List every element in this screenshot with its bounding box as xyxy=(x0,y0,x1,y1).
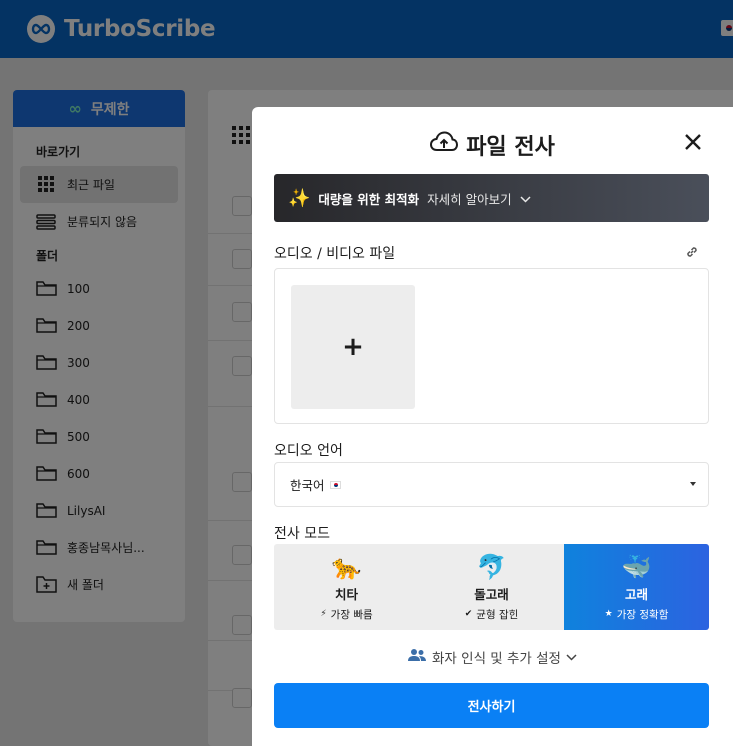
sidebar-folder-lilysai[interactable]: LilysAI xyxy=(13,492,185,529)
sidebar-item-label: 최근 파일 xyxy=(67,178,115,192)
folder-icon xyxy=(35,465,57,483)
sidebar-folder-100[interactable]: 100 xyxy=(13,270,185,307)
advanced-settings-label: 화자 인식 및 추가 설정 xyxy=(432,651,561,667)
sidebar-item-label: 분류되지 않음 xyxy=(67,215,138,229)
mode-dolphin[interactable]: 🐬 돌고래 ✔ 균형 잡힌 xyxy=(419,544,564,630)
star-icon: ★ xyxy=(604,609,613,619)
mode-whale[interactable]: 🐳 고래 ★ 가장 정확함 xyxy=(564,544,709,630)
language-value: 한국어 xyxy=(290,478,325,493)
brand-name[interactable]: TurboScribe xyxy=(64,16,216,42)
people-icon xyxy=(408,648,427,666)
sidebar-item-label: LilysAI xyxy=(67,503,106,518)
close-button[interactable] xyxy=(684,133,704,153)
infinity-icon: ∞ xyxy=(68,99,82,118)
folder-icon xyxy=(35,280,57,298)
folder-icon xyxy=(35,428,57,446)
row-checkbox[interactable] xyxy=(232,688,252,708)
mode-subtitle: ✔ 균형 잡힌 xyxy=(465,607,519,622)
stack-icon xyxy=(35,213,57,231)
sidebar-item-label: 300 xyxy=(67,355,90,370)
language-label: 오디오 언어 xyxy=(274,443,343,459)
sidebar-item-label: 600 xyxy=(67,466,90,481)
mode-cheetah[interactable]: 🐆 치타 ⚡ 가장 빠름 xyxy=(274,544,419,630)
sidebar-folder-300[interactable]: 300 xyxy=(13,344,185,381)
sparkles-icon: ✨ xyxy=(288,187,311,209)
korea-flag-icon xyxy=(329,480,341,489)
modal-title-text: 파일 전사 xyxy=(466,135,555,160)
sidebar-folder-600[interactable]: 600 xyxy=(13,455,185,492)
mode-name: 돌고래 xyxy=(474,586,509,602)
row-checkbox[interactable] xyxy=(232,472,252,492)
sidebar-item-label: 500 xyxy=(67,429,90,444)
mode-name: 치타 xyxy=(334,586,358,602)
file-dropzone[interactable]: + xyxy=(274,268,709,424)
sidebar-item-uncategorized[interactable]: 분류되지 않음 xyxy=(13,203,185,240)
row-checkbox[interactable] xyxy=(232,615,252,635)
mode-subtitle: ★ 가장 정확함 xyxy=(605,607,669,622)
row-checkbox[interactable] xyxy=(232,356,252,376)
folder-icon xyxy=(35,391,57,409)
grid-icon xyxy=(232,126,250,148)
mode-label: 전사 모드 xyxy=(274,526,330,542)
bulk-optimization-banner[interactable]: ✨ 대량을 위한 최적화 자세히 알아보기 xyxy=(274,174,709,222)
folders-header: 폴더 xyxy=(36,248,59,263)
caret-down-icon xyxy=(690,482,696,486)
sidebar-item-recent-files[interactable]: 최근 파일 xyxy=(20,166,178,203)
folder-icon xyxy=(35,317,57,335)
row-checkbox[interactable] xyxy=(232,249,252,269)
close-icon xyxy=(685,134,701,150)
add-file-button[interactable]: + xyxy=(291,285,415,409)
lightning-icon: ⚡ xyxy=(320,609,327,619)
mode-name: 고래 xyxy=(624,586,648,602)
sidebar-folder-pastor[interactable]: 홍종남목사님... xyxy=(13,529,185,566)
sidebar-folder-500[interactable]: 500 xyxy=(13,418,185,455)
row-checkbox[interactable] xyxy=(232,302,252,322)
advanced-settings-toggle[interactable]: 화자 인식 및 추가 설정 xyxy=(252,647,733,667)
learn-more-link[interactable]: 자세히 알아보기 xyxy=(427,189,511,208)
mode-subtitle-text: 균형 잡힌 xyxy=(476,608,519,621)
link-icon[interactable] xyxy=(685,244,699,263)
sidebar-item-label: 200 xyxy=(67,318,90,333)
plan-label: 무제한 xyxy=(90,101,130,118)
shortcuts-header: 바로가기 xyxy=(36,144,81,159)
plan-badge[interactable]: ∞ 무제한 xyxy=(13,90,185,127)
whale-icon: 🐳 xyxy=(621,552,652,581)
modal-title: 파일 전사 xyxy=(252,129,733,161)
folder-icon xyxy=(35,354,57,372)
banner-title: 대량을 위한 최적화 xyxy=(318,191,420,207)
grid-icon xyxy=(35,176,57,194)
mode-subtitle-text: 가장 정확함 xyxy=(616,608,669,621)
chevron-down-icon xyxy=(566,649,577,665)
dolphin-icon: 🐬 xyxy=(476,552,507,581)
new-folder-button[interactable]: 새 폴더 xyxy=(13,566,185,603)
cheetah-icon: 🐆 xyxy=(331,552,362,581)
sidebar: ∞ 무제한 바로가기 최근 파일 분류되지 않음 폴더 100 200 300 … xyxy=(13,90,185,622)
mode-subtitle-text: 가장 빠름 xyxy=(330,608,373,621)
sidebar-folder-400[interactable]: 400 xyxy=(13,381,185,418)
mode-subtitle: ⚡ 가장 빠름 xyxy=(320,607,372,622)
sidebar-item-label: 홍종남목사님... xyxy=(67,541,145,555)
top-header: TurboScribe xyxy=(0,0,733,58)
row-checkbox[interactable] xyxy=(232,196,252,216)
sidebar-folder-200[interactable]: 200 xyxy=(13,307,185,344)
chevron-down-icon xyxy=(520,191,531,206)
transcribe-button[interactable]: 전사하기 xyxy=(274,683,709,728)
turboscribe-logo-icon[interactable] xyxy=(27,15,55,43)
sidebar-item-label: 100 xyxy=(67,281,90,296)
transcription-mode-selector: 🐆 치타 ⚡ 가장 빠름 🐬 돌고래 ✔ 균형 잡힌 🐳 고래 ★ 가장 정확함 xyxy=(274,544,709,630)
folder-plus-icon xyxy=(35,575,57,594)
plus-icon: + xyxy=(342,332,364,362)
folder-icon xyxy=(35,539,57,557)
row-checkbox[interactable] xyxy=(232,545,252,565)
korea-flag-icon[interactable] xyxy=(721,20,733,36)
file-label: 오디오 / 비디오 파일 xyxy=(274,246,396,262)
cloud-upload-icon xyxy=(430,131,459,159)
sidebar-item-label: 400 xyxy=(67,392,90,407)
folder-icon xyxy=(35,502,57,520)
language-select[interactable]: 한국어 xyxy=(274,462,709,507)
transcribe-file-modal: 파일 전사 ✨ 대량을 위한 최적화 자세히 알아보기 오디오 / 비디오 파일… xyxy=(252,107,733,746)
check-circle-icon: ✔ xyxy=(464,609,473,619)
new-folder-label: 새 폴더 xyxy=(67,578,104,592)
